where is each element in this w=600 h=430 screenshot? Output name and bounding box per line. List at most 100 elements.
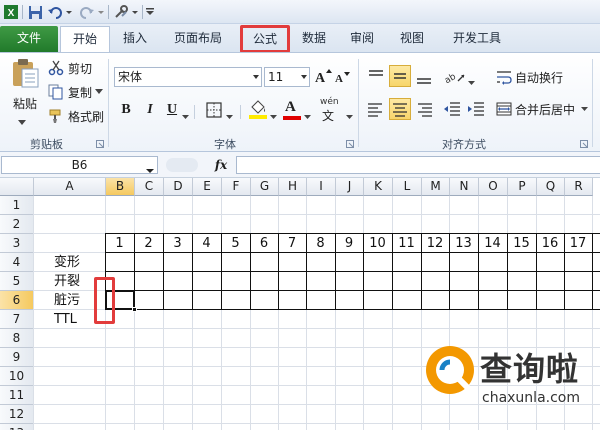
- font-size-select[interactable]: 11: [264, 67, 310, 87]
- select-all-corner[interactable]: [0, 178, 34, 196]
- cut-button[interactable]: 剪切: [48, 59, 92, 77]
- align-center-button[interactable]: [389, 98, 411, 120]
- column-header[interactable]: R: [565, 178, 593, 196]
- name-box[interactable]: B6: [1, 156, 158, 174]
- column-header[interactable]: L: [393, 178, 422, 196]
- row-header[interactable]: 6: [0, 291, 34, 310]
- column-header[interactable]: H: [279, 178, 307, 196]
- column-header[interactable]: I: [307, 178, 336, 196]
- tools-dropdown-icon[interactable]: [130, 3, 140, 21]
- font-color-dropdown-icon[interactable]: [304, 109, 311, 123]
- row-header[interactable]: 5: [0, 272, 34, 291]
- font-color-button[interactable]: A: [282, 99, 302, 121]
- merge-center-button[interactable]: 合并后居中: [496, 99, 589, 119]
- copy-button[interactable]: 复制: [48, 83, 104, 101]
- row-header[interactable]: 1: [0, 196, 34, 215]
- save-icon[interactable]: [26, 3, 44, 21]
- column-header[interactable]: J: [336, 178, 364, 196]
- row-header[interactable]: 3: [0, 234, 34, 253]
- tab-page-layout[interactable]: 页面布局: [162, 26, 234, 52]
- align-center-icon: [393, 103, 407, 117]
- alignment-launcher-icon[interactable]: [580, 137, 588, 151]
- align-bottom-button[interactable]: [414, 67, 434, 87]
- format-painter-button[interactable]: 格式刷: [48, 107, 104, 125]
- tab-formulas[interactable]: 公式: [240, 25, 290, 53]
- redo-icon[interactable]: [78, 3, 96, 21]
- underline-button[interactable]: U: [164, 101, 180, 119]
- font-size-dropdown-icon: [301, 75, 307, 79]
- redo-dropdown-icon[interactable]: [96, 3, 106, 21]
- cell-value: 8: [316, 236, 325, 251]
- align-middle-button[interactable]: [389, 65, 411, 87]
- orientation-dropdown-icon[interactable]: [468, 75, 475, 89]
- tab-insert[interactable]: 插入: [114, 26, 156, 52]
- clipboard-launcher-icon[interactable]: [96, 137, 104, 151]
- column-header[interactable]: P: [508, 178, 537, 196]
- column-header[interactable]: F: [222, 178, 251, 196]
- decrease-indent-button[interactable]: [442, 99, 462, 119]
- formula-input[interactable]: [236, 156, 600, 174]
- insert-function-button[interactable]: fx: [206, 156, 236, 174]
- orientation-button[interactable]: ab: [443, 67, 466, 87]
- underline-dropdown-icon[interactable]: [182, 109, 189, 123]
- row-header[interactable]: 8: [0, 329, 34, 348]
- align-left-button[interactable]: [366, 99, 386, 119]
- increase-indent-button[interactable]: [466, 99, 486, 119]
- column-header[interactable]: B: [106, 178, 135, 196]
- phonetic-button[interactable]: wén 文: [318, 97, 344, 123]
- column-header[interactable]: N: [450, 178, 479, 196]
- row-header[interactable]: 12: [0, 405, 34, 424]
- tab-view[interactable]: 视图: [392, 26, 432, 52]
- italic-button[interactable]: I: [142, 101, 158, 119]
- fill-handle[interactable]: [132, 307, 137, 312]
- row-header[interactable]: 4: [0, 253, 34, 272]
- gridline: [278, 196, 279, 430]
- table-border: [105, 309, 600, 310]
- column-header[interactable]: O: [479, 178, 508, 196]
- column-header[interactable]: Q: [537, 178, 565, 196]
- row-header[interactable]: 7: [0, 310, 34, 329]
- fill-color-dropdown-icon[interactable]: [270, 109, 277, 123]
- tab-developer[interactable]: 开发工具: [444, 26, 510, 52]
- grow-font-button[interactable]: A: [314, 67, 332, 88]
- gridline: [392, 196, 393, 430]
- column-header[interactable]: A: [34, 178, 106, 196]
- font-launcher-icon[interactable]: [346, 137, 354, 151]
- column-header[interactable]: G: [251, 178, 279, 196]
- column-header[interactable]: E: [193, 178, 222, 196]
- row-header[interactable]: 10: [0, 367, 34, 386]
- shrink-font-button[interactable]: A: [334, 69, 350, 88]
- align-top-button[interactable]: [366, 67, 386, 87]
- paste-dropdown-icon[interactable]: [18, 115, 26, 129]
- row-header[interactable]: 13: [0, 424, 34, 430]
- fill-color-button[interactable]: [248, 99, 268, 124]
- row-header[interactable]: 11: [0, 386, 34, 405]
- tab-review[interactable]: 审阅: [342, 26, 382, 52]
- column-header[interactable]: C: [135, 178, 164, 196]
- row-header[interactable]: 2: [0, 215, 34, 234]
- undo-dropdown-icon[interactable]: [64, 3, 74, 21]
- cell-value: 3: [173, 236, 182, 251]
- bold-button[interactable]: B: [118, 101, 134, 119]
- tab-home[interactable]: 开始: [60, 26, 110, 52]
- column-header[interactable]: M: [422, 178, 450, 196]
- undo-icon[interactable]: [46, 3, 64, 21]
- wrap-text-button[interactable]: 自动换行: [496, 67, 563, 87]
- column-header[interactable]: K: [364, 178, 393, 196]
- tab-data[interactable]: 数据: [294, 26, 334, 52]
- name-box-dropdown-icon[interactable]: [146, 163, 154, 177]
- grow-font-icon: A: [315, 69, 332, 86]
- paste-button[interactable]: 粘贴: [6, 57, 44, 119]
- customize-icon[interactable]: [144, 3, 156, 21]
- phonetic-dropdown-icon[interactable]: [346, 109, 353, 123]
- column-header[interactable]: D: [164, 178, 193, 196]
- cell-value: 10: [369, 236, 386, 251]
- qat-separator: [108, 5, 109, 19]
- borders-dropdown-icon[interactable]: [226, 109, 233, 123]
- tools-icon[interactable]: [112, 3, 130, 21]
- font-name-select[interactable]: 宋体: [114, 67, 262, 87]
- align-right-button[interactable]: [414, 99, 434, 119]
- row-header[interactable]: 9: [0, 348, 34, 367]
- borders-button[interactable]: [206, 102, 222, 121]
- tab-file[interactable]: 文件: [0, 26, 58, 52]
